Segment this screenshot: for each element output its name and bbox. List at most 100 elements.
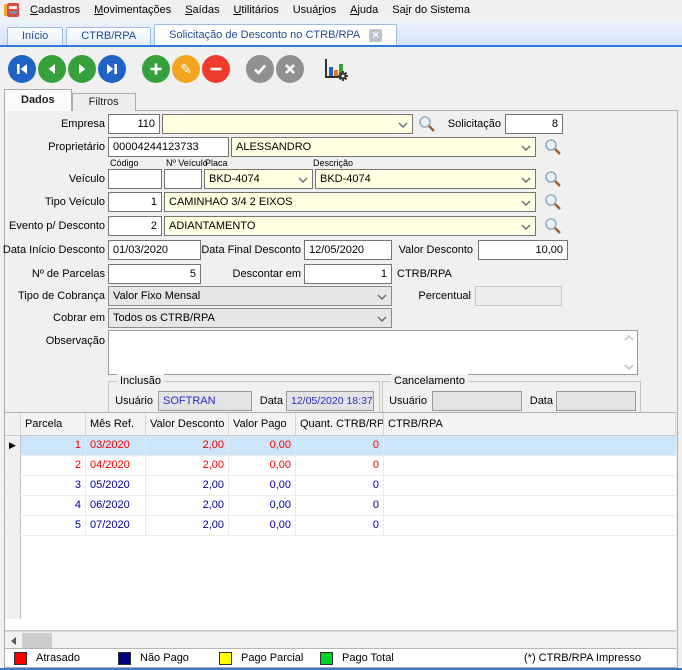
table-row[interactable]: ▶ 1 03/2020 2,00 0,00 0 — [5, 436, 676, 456]
col-parcela[interactable]: Parcela — [21, 413, 86, 435]
inclusao-usuario-field: SOFTRAN — [158, 391, 252, 411]
menu-item-cadastros[interactable]: Cadastros — [23, 2, 87, 18]
legend-label-nao-pago: Não Pago — [140, 649, 189, 668]
confirm-button[interactable] — [246, 55, 274, 83]
cancelamento-usuario-label: Usuário — [383, 391, 427, 411]
menu-item-movimentacoes[interactable]: Movimentações — [87, 2, 178, 18]
veiculo-search-icon[interactable] — [544, 170, 562, 188]
legend-swatch-pago-total — [320, 652, 333, 665]
empresa-code-field[interactable]: 110 — [108, 114, 160, 134]
tipo-veiculo-combo[interactable]: CAMINHAO 3/4 2 EIXOS — [164, 192, 536, 212]
data-inicio-field[interactable]: 01/03/2020 — [108, 240, 201, 260]
veiculo-descricao-combo[interactable]: BKD-4074 — [315, 169, 536, 189]
page-tabs: Dados Filtros — [4, 89, 136, 111]
evento-search-icon[interactable] — [544, 217, 562, 235]
scroll-down-icon[interactable] — [623, 363, 635, 371]
menu-item-utilitarios[interactable]: Utilitários — [226, 2, 285, 18]
chevron-down-icon — [521, 177, 531, 183]
edit-record-button[interactable]: ✎ — [172, 55, 200, 83]
tipo-veiculo-search-icon[interactable] — [544, 193, 562, 211]
prior-record-button[interactable] — [38, 55, 66, 83]
menu-item-ajuda[interactable]: Ajuda — [343, 2, 385, 18]
cancel-icon — [283, 62, 297, 76]
descontar-em-label: Descontar em — [191, 264, 301, 284]
row-indicator: ▶ — [5, 436, 21, 455]
table-row[interactable]: 4 06/2020 2,00 0,00 0 — [5, 496, 676, 516]
legend-note: (*) CTRB/RPA Impresso — [524, 649, 641, 668]
veiculo-col-placa-label: Placa — [205, 158, 228, 168]
inclusao-usuario-label: Usuário — [109, 391, 153, 411]
chart-settings-icon — [322, 56, 348, 82]
cancelamento-data-field — [556, 391, 636, 411]
cancelamento-title: Cancelamento — [391, 374, 468, 388]
col-ctrb[interactable]: CTRB/RPA — [384, 413, 676, 435]
last-record-button[interactable] — [98, 55, 126, 83]
prior-record-icon — [44, 61, 60, 77]
observacao-textarea[interactable] — [108, 330, 638, 375]
table-row[interactable]: 5 07/2020 2,00 0,00 0 — [5, 516, 676, 536]
delete-record-button[interactable] — [202, 55, 230, 83]
cobrar-em-combo[interactable]: Todos os CTRB/RPA — [108, 308, 392, 328]
tab-solicitacao-desconto[interactable]: Solicitação de Desconto no CTRB/RPA ✕ — [154, 24, 397, 45]
legend-swatch-pago-parcial — [219, 652, 232, 665]
veiculo-col-numero-label: Nº Veículo — [166, 158, 208, 168]
observacao-label: Observação — [0, 331, 105, 351]
tipo-veiculo-label: Tipo Veículo — [0, 192, 105, 212]
tab-filtros[interactable]: Filtros — [72, 93, 136, 111]
inclusao-data-field: 12/05/2020 18:37 — [286, 391, 374, 411]
tipo-veiculo-code-field[interactable]: 1 — [108, 192, 162, 212]
col-quant-ctrb[interactable]: Quant. CTRB/RPA — [296, 413, 384, 435]
veiculo-codigo-field[interactable] — [108, 169, 162, 189]
veiculo-col-codigo-label: Código — [110, 158, 139, 168]
solicitacao-label: Solicitação — [401, 114, 501, 134]
veiculo-numero-field[interactable] — [164, 169, 202, 189]
proprietario-code-field[interactable]: 00004244123733 — [108, 137, 229, 157]
tab-ctrb-rpa[interactable]: CTRB/RPA — [66, 27, 151, 45]
veiculo-label: Veículo — [0, 169, 105, 189]
grid-indicator-header — [5, 413, 21, 435]
table-row[interactable]: 2 04/2020 2,00 0,00 0 — [5, 456, 676, 476]
chart-settings-button[interactable] — [320, 55, 350, 83]
evento-code-field[interactable]: 2 — [108, 216, 162, 236]
veiculo-col-descricao-label: Descrição — [313, 158, 353, 168]
num-parcelas-field[interactable]: 5 — [108, 264, 201, 284]
chevron-down-icon — [521, 200, 531, 206]
table-row[interactable]: 3 05/2020 2,00 0,00 0 — [5, 476, 676, 496]
num-parcelas-label: Nº de Parcelas — [0, 264, 105, 284]
proprietario-search-icon[interactable] — [544, 138, 562, 156]
tipo-cobranca-label: Tipo de Cobrança — [0, 286, 105, 306]
veiculo-placa-combo[interactable]: BKD-4074 — [204, 169, 313, 189]
dados-panel: Empresa 110 Solicitação 8 Proprietário 0… — [4, 110, 678, 668]
grid-horizontal-scrollbar[interactable] — [5, 631, 676, 648]
next-record-button[interactable] — [68, 55, 96, 83]
descontar-em-field[interactable]: 1 — [304, 264, 392, 284]
inclusao-title: Inclusão — [117, 374, 164, 388]
parcelas-grid: Parcela Mês Ref. Valor Desconto Valor Pa… — [5, 412, 676, 631]
scroll-up-icon[interactable] — [623, 334, 635, 342]
scroll-left-button[interactable] — [5, 633, 22, 648]
valor-desconto-field[interactable]: 10,00 — [478, 240, 568, 260]
data-final-label: Data Final Desconto — [191, 240, 301, 260]
cancel-button[interactable] — [276, 55, 304, 83]
menu-bar: Cadastros Movimentações Saídas Utilitári… — [0, 0, 682, 19]
scrollbar-thumb[interactable] — [22, 633, 52, 648]
evento-combo[interactable]: ADIANTAMENTO — [164, 216, 536, 236]
col-mes-ref[interactable]: Mês Ref. — [86, 413, 146, 435]
menu-item-usuarios[interactable]: Usuários — [286, 2, 343, 18]
tab-solicitacao-label: Solicitação de Desconto no CTRB/RPA — [169, 25, 360, 45]
tab-inicio[interactable]: Início — [7, 27, 63, 45]
solicitacao-field[interactable]: 8 — [505, 114, 563, 134]
menu-item-saidas[interactable]: Saídas — [178, 2, 226, 18]
tipo-cobranca-combo[interactable]: Valor Fixo Mensal — [108, 286, 392, 306]
empresa-name-combo[interactable] — [162, 114, 413, 134]
menu-item-sair[interactable]: Sair do Sistema — [385, 2, 477, 18]
proprietario-label: Proprietário — [0, 137, 105, 157]
insert-record-button[interactable] — [142, 55, 170, 83]
col-valor-desconto[interactable]: Valor Desconto — [146, 413, 229, 435]
tab-dados[interactable]: Dados — [4, 89, 72, 111]
first-record-button[interactable] — [8, 55, 36, 83]
col-valor-pago[interactable]: Valor Pago — [229, 413, 296, 435]
tab-close-icon[interactable]: ✕ — [369, 29, 382, 42]
proprietario-name-combo[interactable]: ALESSANDRO — [231, 137, 536, 157]
document-tab-bar: Início CTRB/RPA Solicitação de Desconto … — [0, 19, 682, 47]
